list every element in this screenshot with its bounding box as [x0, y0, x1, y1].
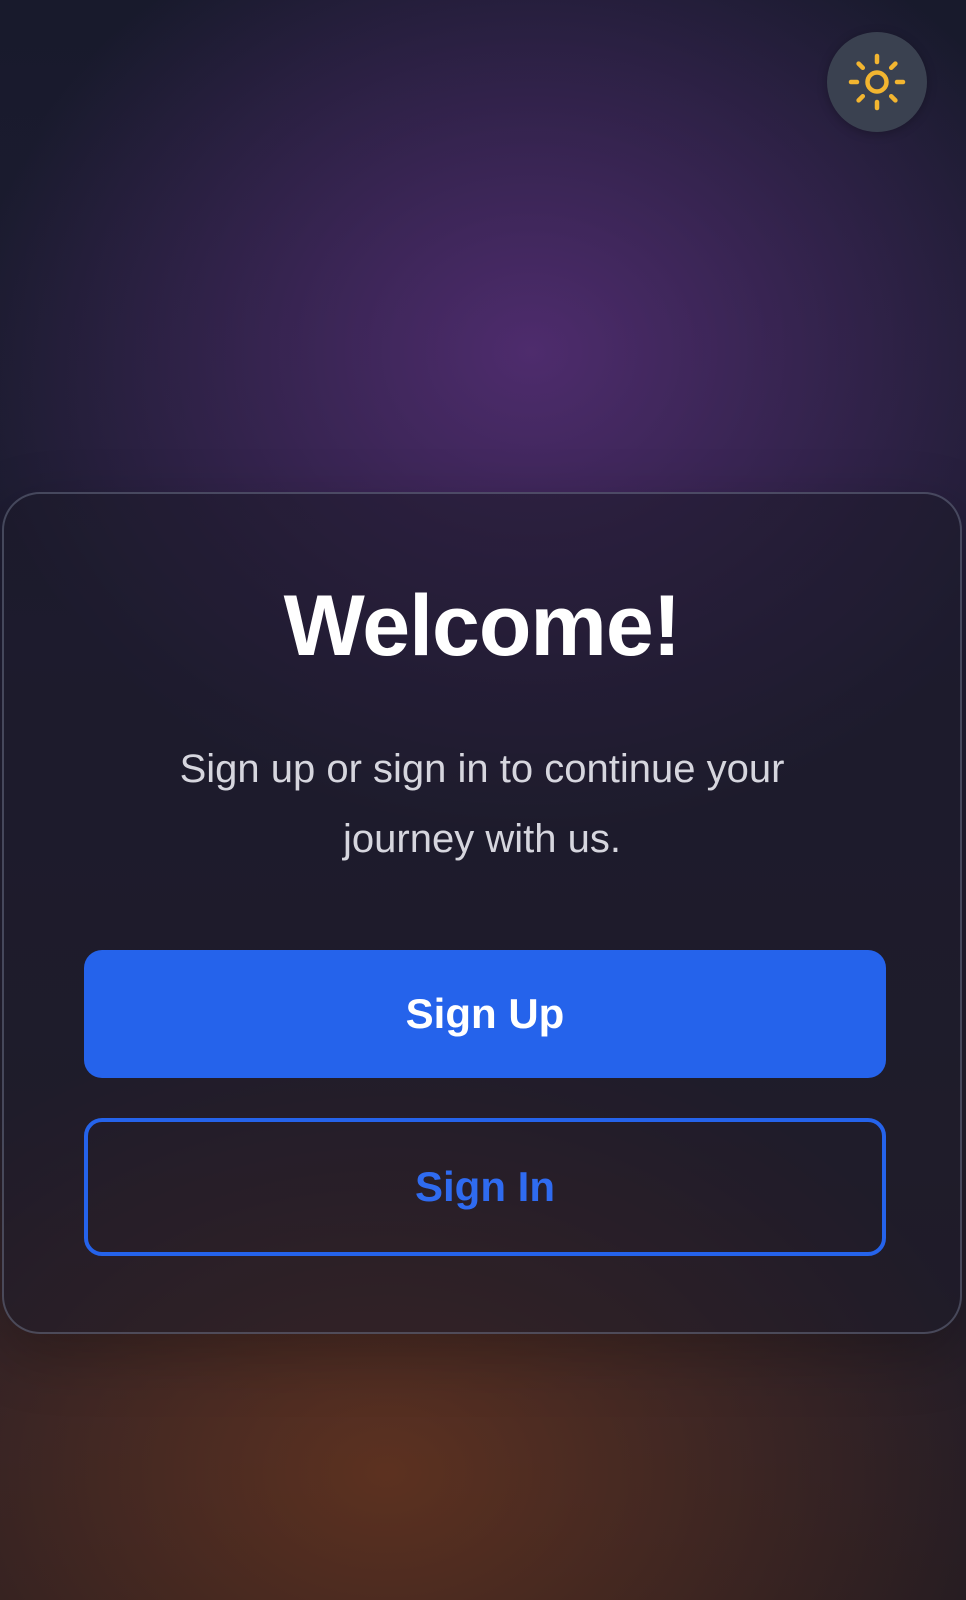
welcome-title: Welcome!: [283, 578, 682, 674]
welcome-card: Welcome! Sign up or sign in to continue …: [2, 492, 962, 1334]
welcome-subtitle: Sign up or sign in to continue your jour…: [179, 747, 785, 861]
sign-in-button[interactable]: Sign In: [84, 1118, 886, 1256]
sun-icon: [848, 53, 906, 111]
sign-up-button[interactable]: Sign Up: [84, 950, 886, 1078]
theme-toggle-button[interactable]: [827, 32, 927, 132]
